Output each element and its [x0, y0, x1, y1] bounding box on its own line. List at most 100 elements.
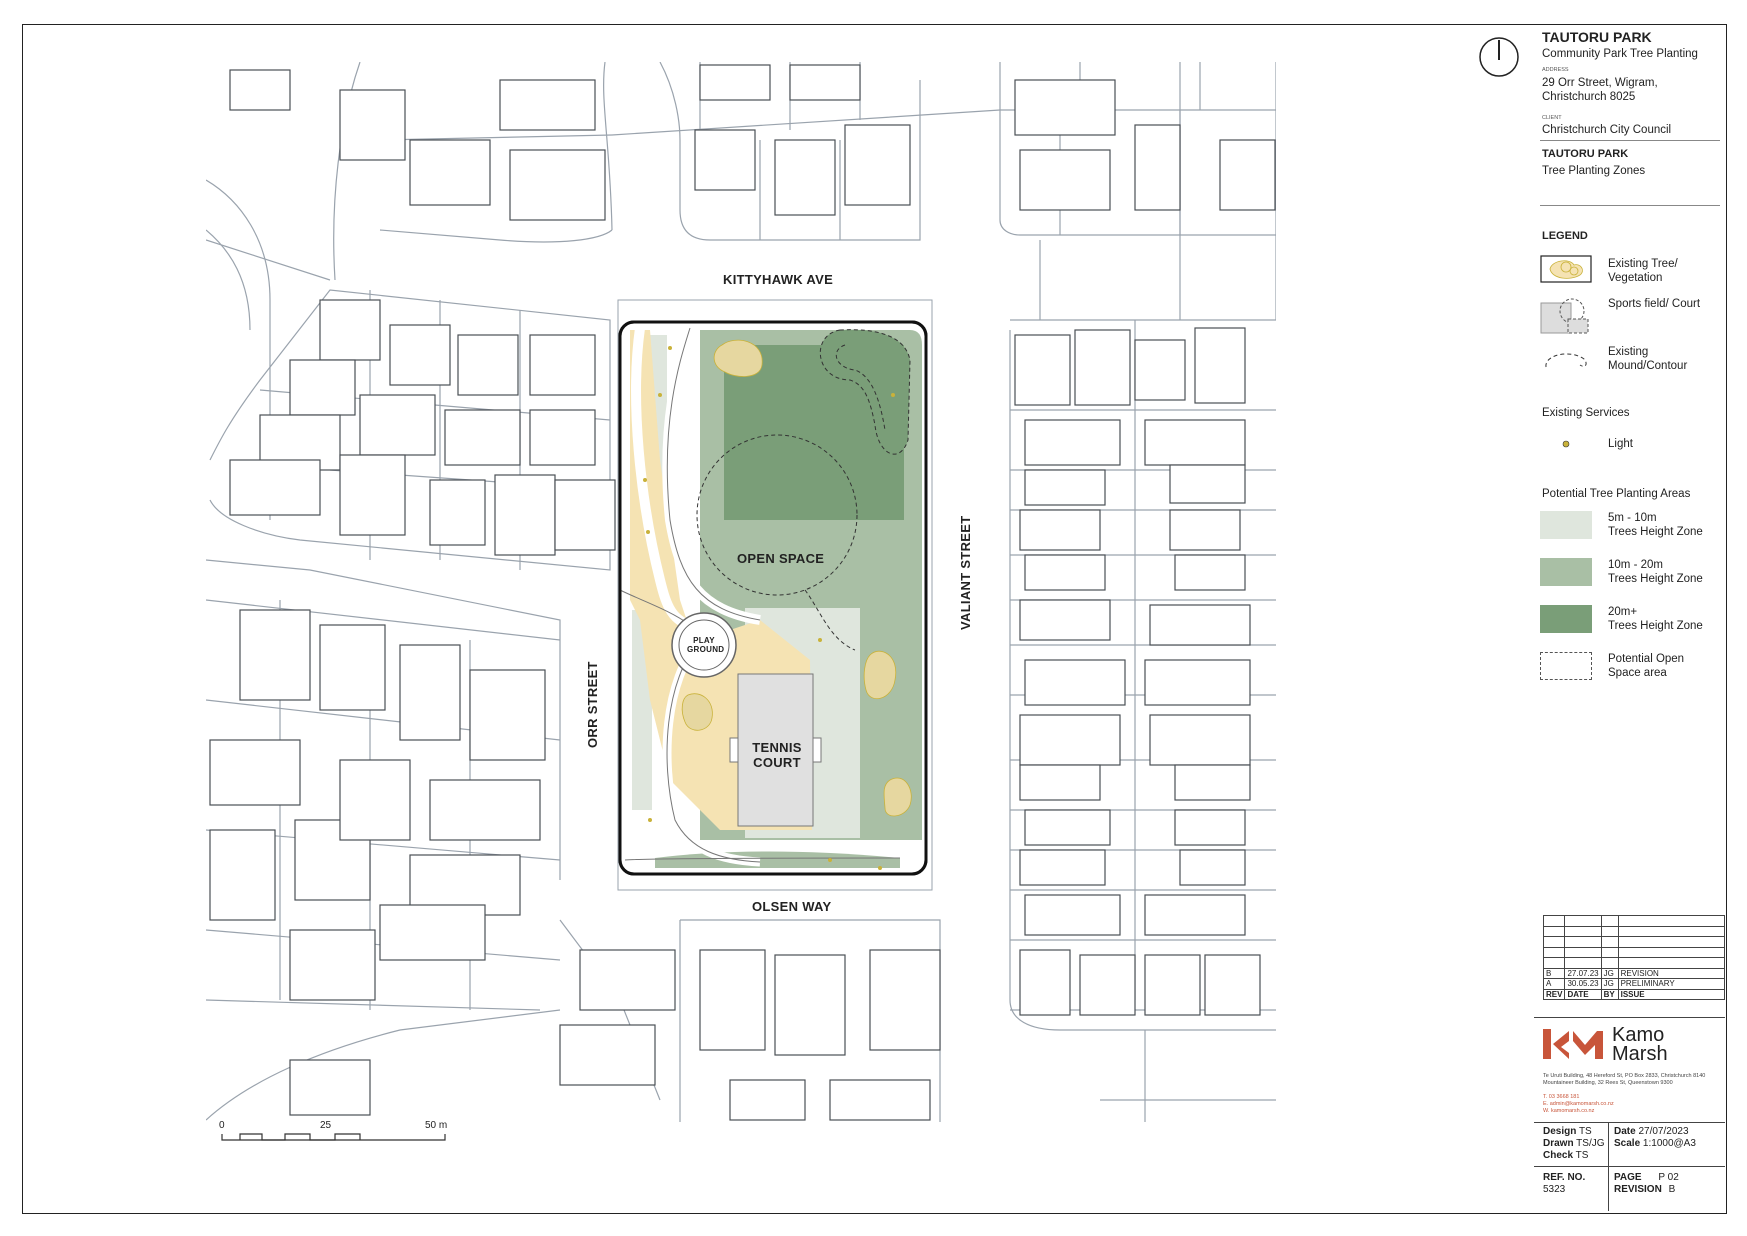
- open-space-swatch: [1540, 652, 1592, 680]
- services-heading: Existing Services: [1542, 407, 1630, 419]
- scale-bar: [221, 1133, 446, 1141]
- company-email[interactable]: E. admin@kamomarsh.co.nz: [1543, 1101, 1614, 1108]
- rev-b: B: [1542, 967, 1566, 979]
- divider: [1534, 1017, 1725, 1018]
- north-arrow-icon: [1479, 37, 1519, 77]
- company-name: Kamo Marsh: [1612, 1025, 1668, 1065]
- by-header: BY: [1600, 988, 1619, 1000]
- drawing-subtitle: Tree Planting Zones: [1542, 165, 1646, 177]
- drawn-value: TS/JG: [1576, 1138, 1605, 1149]
- revision-value: B: [1668, 1184, 1676, 1195]
- tennis-label-2: COURT: [753, 755, 801, 770]
- legend-tree-1: Existing Tree/: [1608, 258, 1678, 270]
- address-2: Mountaineer Building, 32 Rees St, Queens…: [1543, 1080, 1673, 1086]
- ref-value: 5323: [1543, 1184, 1566, 1195]
- company-contacts: T. 03 3668 181 E. admin@kamomarsh.co.nz …: [1543, 1094, 1614, 1115]
- address-line-1: 29 Orr Street, Wigram,: [1542, 77, 1658, 89]
- project-title: TAUTORU PARK: [1542, 29, 1652, 45]
- planting-heading: Potential Tree Planting Areas: [1542, 488, 1691, 500]
- scale-tick-50: 50 m: [425, 1120, 448, 1131]
- revision-label: REVISION: [1614, 1184, 1662, 1195]
- street-label-orr: ORR STREET: [585, 661, 600, 748]
- divider: [1534, 1166, 1725, 1167]
- playground-label: PLAY GROUND: [687, 636, 724, 654]
- zone3-2: Trees Height Zone: [1608, 620, 1703, 632]
- divider: [1534, 1122, 1725, 1123]
- street-label-olsen: OLSEN WAY: [752, 899, 832, 914]
- address-label: ADDRESS: [1542, 67, 1569, 73]
- rev-b-issue: REVISION: [1617, 967, 1726, 979]
- company-name-2: Marsh: [1612, 1043, 1668, 1065]
- design-credits: Design TS Drawn TS/JG Check TS: [1543, 1126, 1605, 1162]
- street-label-valiant: VALIANT STREET: [958, 515, 973, 630]
- zone-5-10-swatch: [1540, 511, 1592, 539]
- rev-a-issue: PRELIMINARY: [1617, 978, 1726, 990]
- date-scale: Date 27/07/2023 Scale 1:1000@A3: [1614, 1126, 1696, 1150]
- drawing-title: TAUTORU PARK: [1542, 148, 1629, 160]
- rev-b-by: JG: [1600, 967, 1619, 979]
- scale-tick-0: 0: [219, 1120, 225, 1131]
- date-value: 27/07/2023: [1638, 1126, 1689, 1137]
- divider: [1540, 205, 1720, 206]
- street-label-kittyhawk: KITTYHAWK AVE: [723, 272, 834, 287]
- revision-row: B 27.07.23 JG REVISION: [1542, 967, 1726, 979]
- zone-20plus-swatch: [1540, 605, 1592, 633]
- legend-sports-label: Sports field/ Court: [1608, 298, 1701, 310]
- legend-heading: LEGEND: [1542, 230, 1588, 242]
- check-label: Check: [1543, 1150, 1574, 1161]
- divider: [1540, 140, 1720, 141]
- address-line-2: Christchurch 8025: [1542, 91, 1636, 103]
- site-plan-map: [206, 37, 1519, 1141]
- client-name: Christchurch City Council: [1542, 124, 1672, 136]
- project-subtitle: Community Park Tree Planting: [1542, 48, 1698, 60]
- revision-table: B 27.07.23 JG REVISION A 30.05.23 JG PRE…: [1542, 915, 1726, 1000]
- page-value: P 02: [1658, 1172, 1679, 1183]
- zone1-2: Trees Height Zone: [1608, 526, 1703, 538]
- date-label: Date: [1614, 1126, 1636, 1137]
- park-site: [617, 299, 933, 891]
- company-address: Te Uruti Building, 48 Hereford St, PO Bo…: [1543, 1073, 1705, 1087]
- scale-label: Scale: [1614, 1138, 1641, 1149]
- rev-a: A: [1542, 978, 1566, 990]
- revision-header: REV DATE BY ISSUE: [1542, 988, 1726, 1000]
- legend-mound-2: Mound/Contour: [1608, 360, 1688, 372]
- rev-a-by: JG: [1600, 978, 1619, 990]
- light-icon: [1562, 440, 1570, 448]
- open-2: Space area: [1608, 667, 1667, 679]
- sports-field-icon: [1540, 298, 1589, 334]
- design-value: TS: [1578, 1126, 1592, 1137]
- legend-mound-1: Existing: [1608, 346, 1649, 358]
- playground-label-1: PLAY: [693, 636, 715, 645]
- client-label: CLIENT: [1542, 115, 1562, 121]
- legend-light-label: Light: [1608, 438, 1633, 450]
- scale-tick-25: 25: [320, 1120, 332, 1131]
- rev-a-date: 30.05.23: [1564, 978, 1602, 990]
- rev-header: REV: [1542, 988, 1566, 1000]
- mound-contour-icon: [1545, 353, 1587, 368]
- reference-number: REF. NO. 5323: [1543, 1172, 1585, 1196]
- zone2-1: 10m - 20m: [1608, 559, 1663, 571]
- revision-row: A 30.05.23 JG PRELIMINARY: [1542, 978, 1726, 990]
- open-1: Potential Open: [1608, 653, 1685, 665]
- zone1-1: 5m - 10m: [1608, 512, 1657, 524]
- divider: [1608, 1166, 1609, 1211]
- zone2-2: Trees Height Zone: [1608, 573, 1703, 585]
- zone-10-20-swatch: [1540, 558, 1592, 586]
- page-label: PAGE: [1614, 1172, 1642, 1183]
- divider: [1608, 1122, 1609, 1166]
- date-header: DATE: [1564, 988, 1602, 1000]
- open-space-label: OPEN SPACE: [737, 551, 825, 566]
- tennis-label-1: TENNIS: [752, 740, 802, 755]
- design-label: Design: [1543, 1126, 1577, 1137]
- legend-tree-2: Vegetation: [1608, 272, 1663, 284]
- check-value: TS: [1575, 1150, 1589, 1161]
- tennis-court-label: TENNIS COURT: [752, 740, 802, 770]
- page-revision: PAGE P 02 REVISION B: [1614, 1172, 1679, 1196]
- company-web[interactable]: W. kamomarsh.co.nz: [1543, 1108, 1614, 1115]
- scale-value: 1:1000@A3: [1642, 1138, 1696, 1149]
- company-phone: T. 03 3668 181: [1543, 1094, 1580, 1100]
- kamo-marsh-logo: [1543, 1029, 1603, 1059]
- playground-label-2: GROUND: [687, 645, 725, 654]
- rev-b-date: 27.07.23: [1564, 967, 1602, 979]
- drawn-label: Drawn: [1543, 1138, 1574, 1149]
